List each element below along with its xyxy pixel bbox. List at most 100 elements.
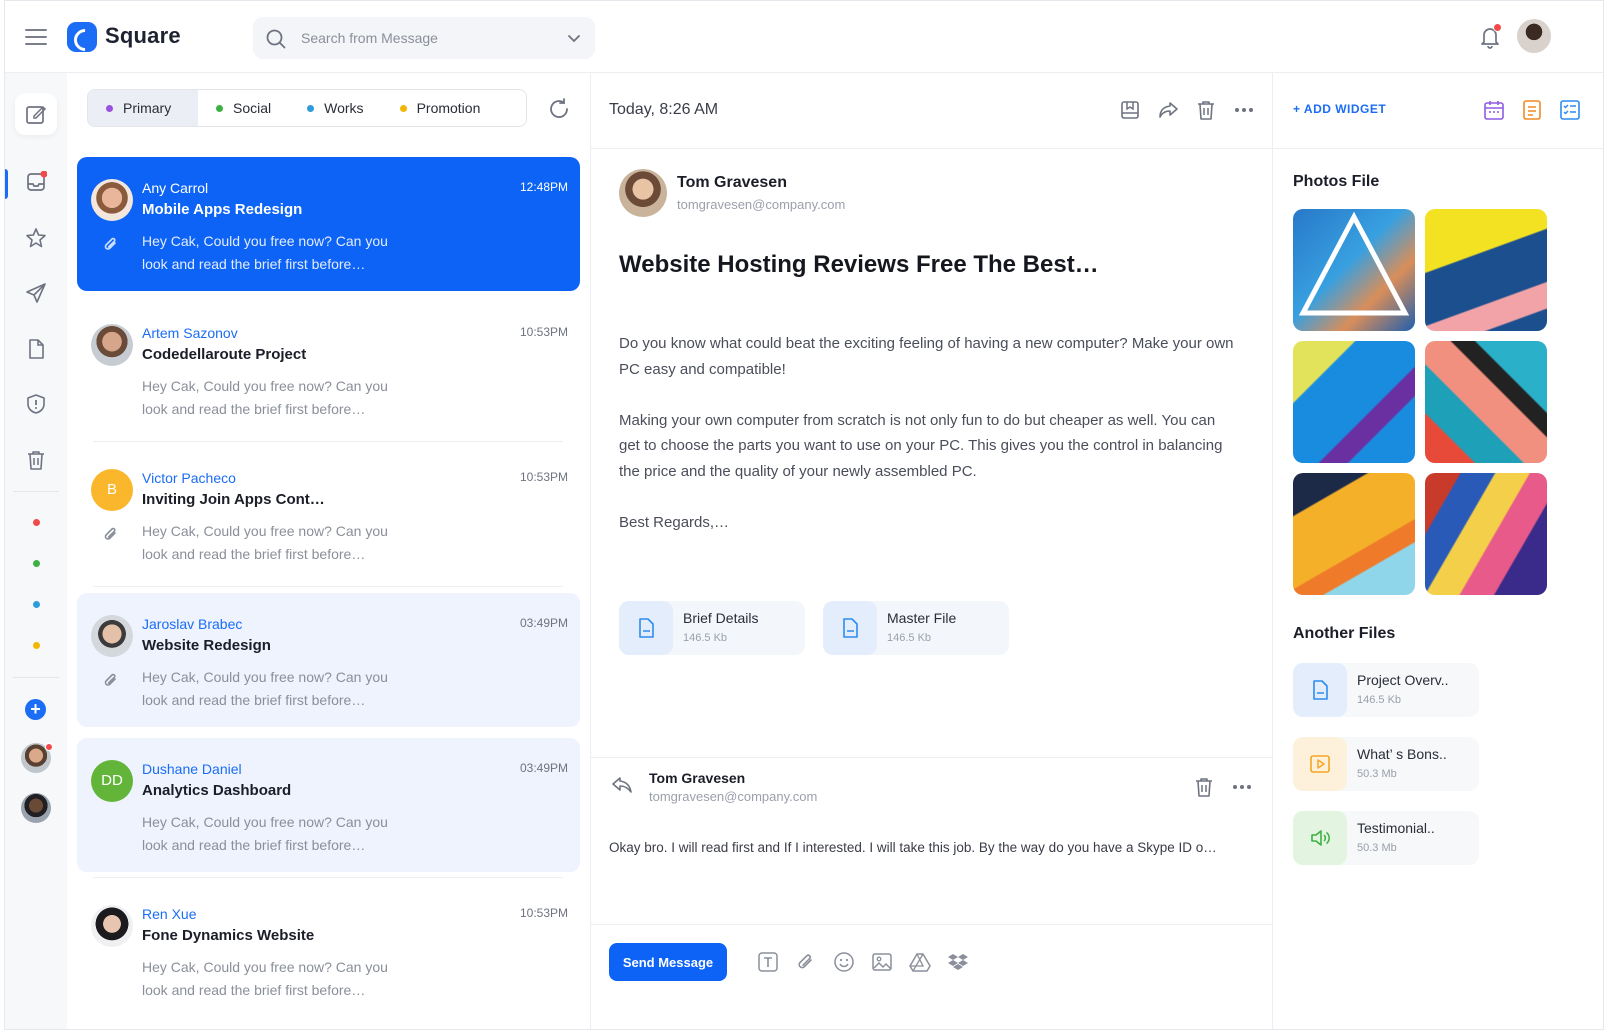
- refresh-icon[interactable]: [547, 97, 571, 121]
- message-card[interactable]: Artem Sazonov 10:53PM Codedellaroute Pro…: [77, 302, 580, 436]
- compose-toolbar: [757, 951, 969, 973]
- speaker-icon: [1293, 811, 1347, 865]
- attachment-icon: [104, 527, 116, 540]
- google-drive-icon[interactable]: [909, 951, 931, 973]
- archive-icon[interactable]: [1119, 99, 1141, 121]
- delete-icon[interactable]: [1193, 776, 1215, 798]
- category-tabs: Primary Social Works Promotion: [87, 89, 527, 127]
- tab-social[interactable]: Social: [198, 90, 289, 126]
- message-card[interactable]: Any Carrol 12:48PM Mobile Apps Redesign …: [77, 157, 580, 291]
- menu-icon[interactable]: [25, 29, 47, 45]
- forward-icon[interactable]: [1157, 99, 1179, 121]
- document-icon[interactable]: [25, 338, 47, 360]
- tab-primary[interactable]: Primary: [88, 90, 198, 126]
- notification-button[interactable]: [1479, 23, 1502, 54]
- more-icon[interactable]: [1231, 776, 1253, 798]
- compose-button[interactable]: [15, 93, 57, 135]
- attachment-card[interactable]: Master File 146.5 Kb: [823, 601, 1009, 655]
- file-size: 146.5 Kb: [1357, 694, 1402, 706]
- tab-label: Social: [233, 100, 272, 116]
- add-widget-button[interactable]: + ADD WIDGET: [1293, 102, 1386, 116]
- file-size: 50.3 Mb: [1357, 768, 1397, 780]
- top-bar: Square Search from Message: [5, 1, 1603, 73]
- tab-color-dot: [216, 104, 223, 112]
- reply-text-input[interactable]: Okay bro. I will read first and If I int…: [609, 840, 1249, 855]
- send-icon[interactable]: [25, 282, 47, 304]
- rail-divider: [13, 677, 59, 678]
- message-preview: Hey Cak, Could you free now? Can you loo…: [142, 814, 388, 853]
- message-time: 03:49PM: [519, 616, 568, 630]
- file-icon: [619, 601, 673, 655]
- photo-thumbnail[interactable]: [1293, 209, 1415, 331]
- calendar-icon[interactable]: [1483, 99, 1505, 121]
- message-subject: Website Redesign: [142, 637, 271, 654]
- notes-icon[interactable]: [1521, 99, 1543, 121]
- message-preview: Hey Cak, Could you free now? Can you loo…: [142, 669, 388, 708]
- search-bar[interactable]: Search from Message: [253, 17, 595, 59]
- attachment-card[interactable]: Brief Details 146.5 Kb: [619, 601, 805, 655]
- tab-label: Works: [324, 100, 364, 116]
- message-list-panel: Primary Social Works Promotion Any Carro…: [67, 73, 591, 1029]
- user-avatar[interactable]: [1517, 19, 1551, 53]
- sender-avatar: [91, 324, 133, 366]
- tab-promotion[interactable]: Promotion: [382, 90, 499, 126]
- trash-icon[interactable]: [25, 449, 47, 471]
- message-card[interactable]: Jaroslav Brabec 03:49PM Website Redesign…: [77, 593, 580, 727]
- photo-thumbnail[interactable]: [1425, 341, 1547, 463]
- inbox-icon[interactable]: [25, 171, 47, 193]
- sender-name: Tom Gravesen: [677, 174, 787, 191]
- file-name: Project Overv..: [1357, 672, 1449, 688]
- shield-icon[interactable]: [25, 393, 47, 415]
- search-input[interactable]: Search from Message: [301, 30, 438, 46]
- photo-thumbnail[interactable]: [1293, 473, 1415, 595]
- reply-section: Tom Gravesen tomgravesen@company.com Oka…: [591, 757, 1273, 925]
- emoji-icon[interactable]: [833, 951, 855, 973]
- message-card[interactable]: Ren Xue 10:53PM Fone Dynamics Website He…: [77, 883, 580, 1017]
- photo-thumbnail[interactable]: [1425, 209, 1547, 331]
- message-time: 10:53PM: [519, 906, 568, 920]
- attachment-icon[interactable]: [795, 951, 817, 973]
- search-icon: [266, 29, 286, 49]
- dropbox-icon[interactable]: [947, 951, 969, 973]
- sender-avatar: [91, 179, 133, 221]
- text-format-icon[interactable]: [757, 951, 779, 973]
- file-item[interactable]: Project Overv.. 146.5 Kb: [1293, 663, 1479, 717]
- widgets-header: + ADD WIDGET: [1273, 73, 1603, 149]
- more-icon[interactable]: [1233, 99, 1255, 121]
- checklist-icon[interactable]: [1559, 99, 1581, 121]
- message-card[interactable]: B Victor Pacheco 10:53PM Inviting Join A…: [77, 447, 580, 581]
- widget-icons: [1483, 99, 1581, 121]
- message-time: 03:49PM: [519, 761, 568, 775]
- photo-thumbnail[interactable]: [1293, 341, 1415, 463]
- image-icon[interactable]: [871, 951, 893, 973]
- tab-works[interactable]: Works: [289, 90, 381, 126]
- star-icon[interactable]: [25, 227, 47, 249]
- photos-section-title: Photos File: [1293, 173, 1380, 190]
- delete-icon[interactable]: [1195, 99, 1217, 121]
- contact-avatar[interactable]: [21, 793, 51, 823]
- triangle-art: [1298, 211, 1410, 316]
- message-subject: Fone Dynamics Website: [142, 927, 315, 944]
- file-name: Testimonial..: [1357, 820, 1435, 836]
- message-preview: Hey Cak, Could you free now? Can you loo…: [142, 523, 388, 562]
- notification-dot: [1493, 23, 1502, 32]
- label-blue-dot[interactable]: [33, 601, 40, 608]
- label-red-dot[interactable]: [33, 519, 40, 526]
- photo-thumbnail[interactable]: [1425, 473, 1547, 595]
- send-message-button[interactable]: Send Message: [609, 943, 727, 981]
- list-divider: [93, 441, 563, 442]
- body-paragraph: Best Regards,…: [619, 513, 730, 531]
- message-card[interactable]: DD Dushane Daniel 03:49PM Analytics Dash…: [77, 738, 580, 872]
- label-green-dot[interactable]: [33, 560, 40, 567]
- label-yellow-dot[interactable]: [33, 642, 40, 649]
- document-icon: [1293, 663, 1347, 717]
- chevron-down-icon[interactable]: [567, 31, 581, 45]
- file-item[interactable]: Testimonial.. 50.3 Mb: [1293, 811, 1479, 865]
- widgets-panel: + ADD WIDGET Photos File Another Files P…: [1273, 73, 1603, 1029]
- message-date: Today, 8:26 AM: [609, 101, 719, 118]
- reply-icon[interactable]: [611, 774, 633, 796]
- file-item[interactable]: What’ s Bons.. 50.3 Mb: [1293, 737, 1479, 791]
- sender-avatar: [91, 905, 133, 947]
- attachment-name: Brief Details: [683, 610, 759, 626]
- add-contact-button[interactable]: +: [25, 699, 46, 720]
